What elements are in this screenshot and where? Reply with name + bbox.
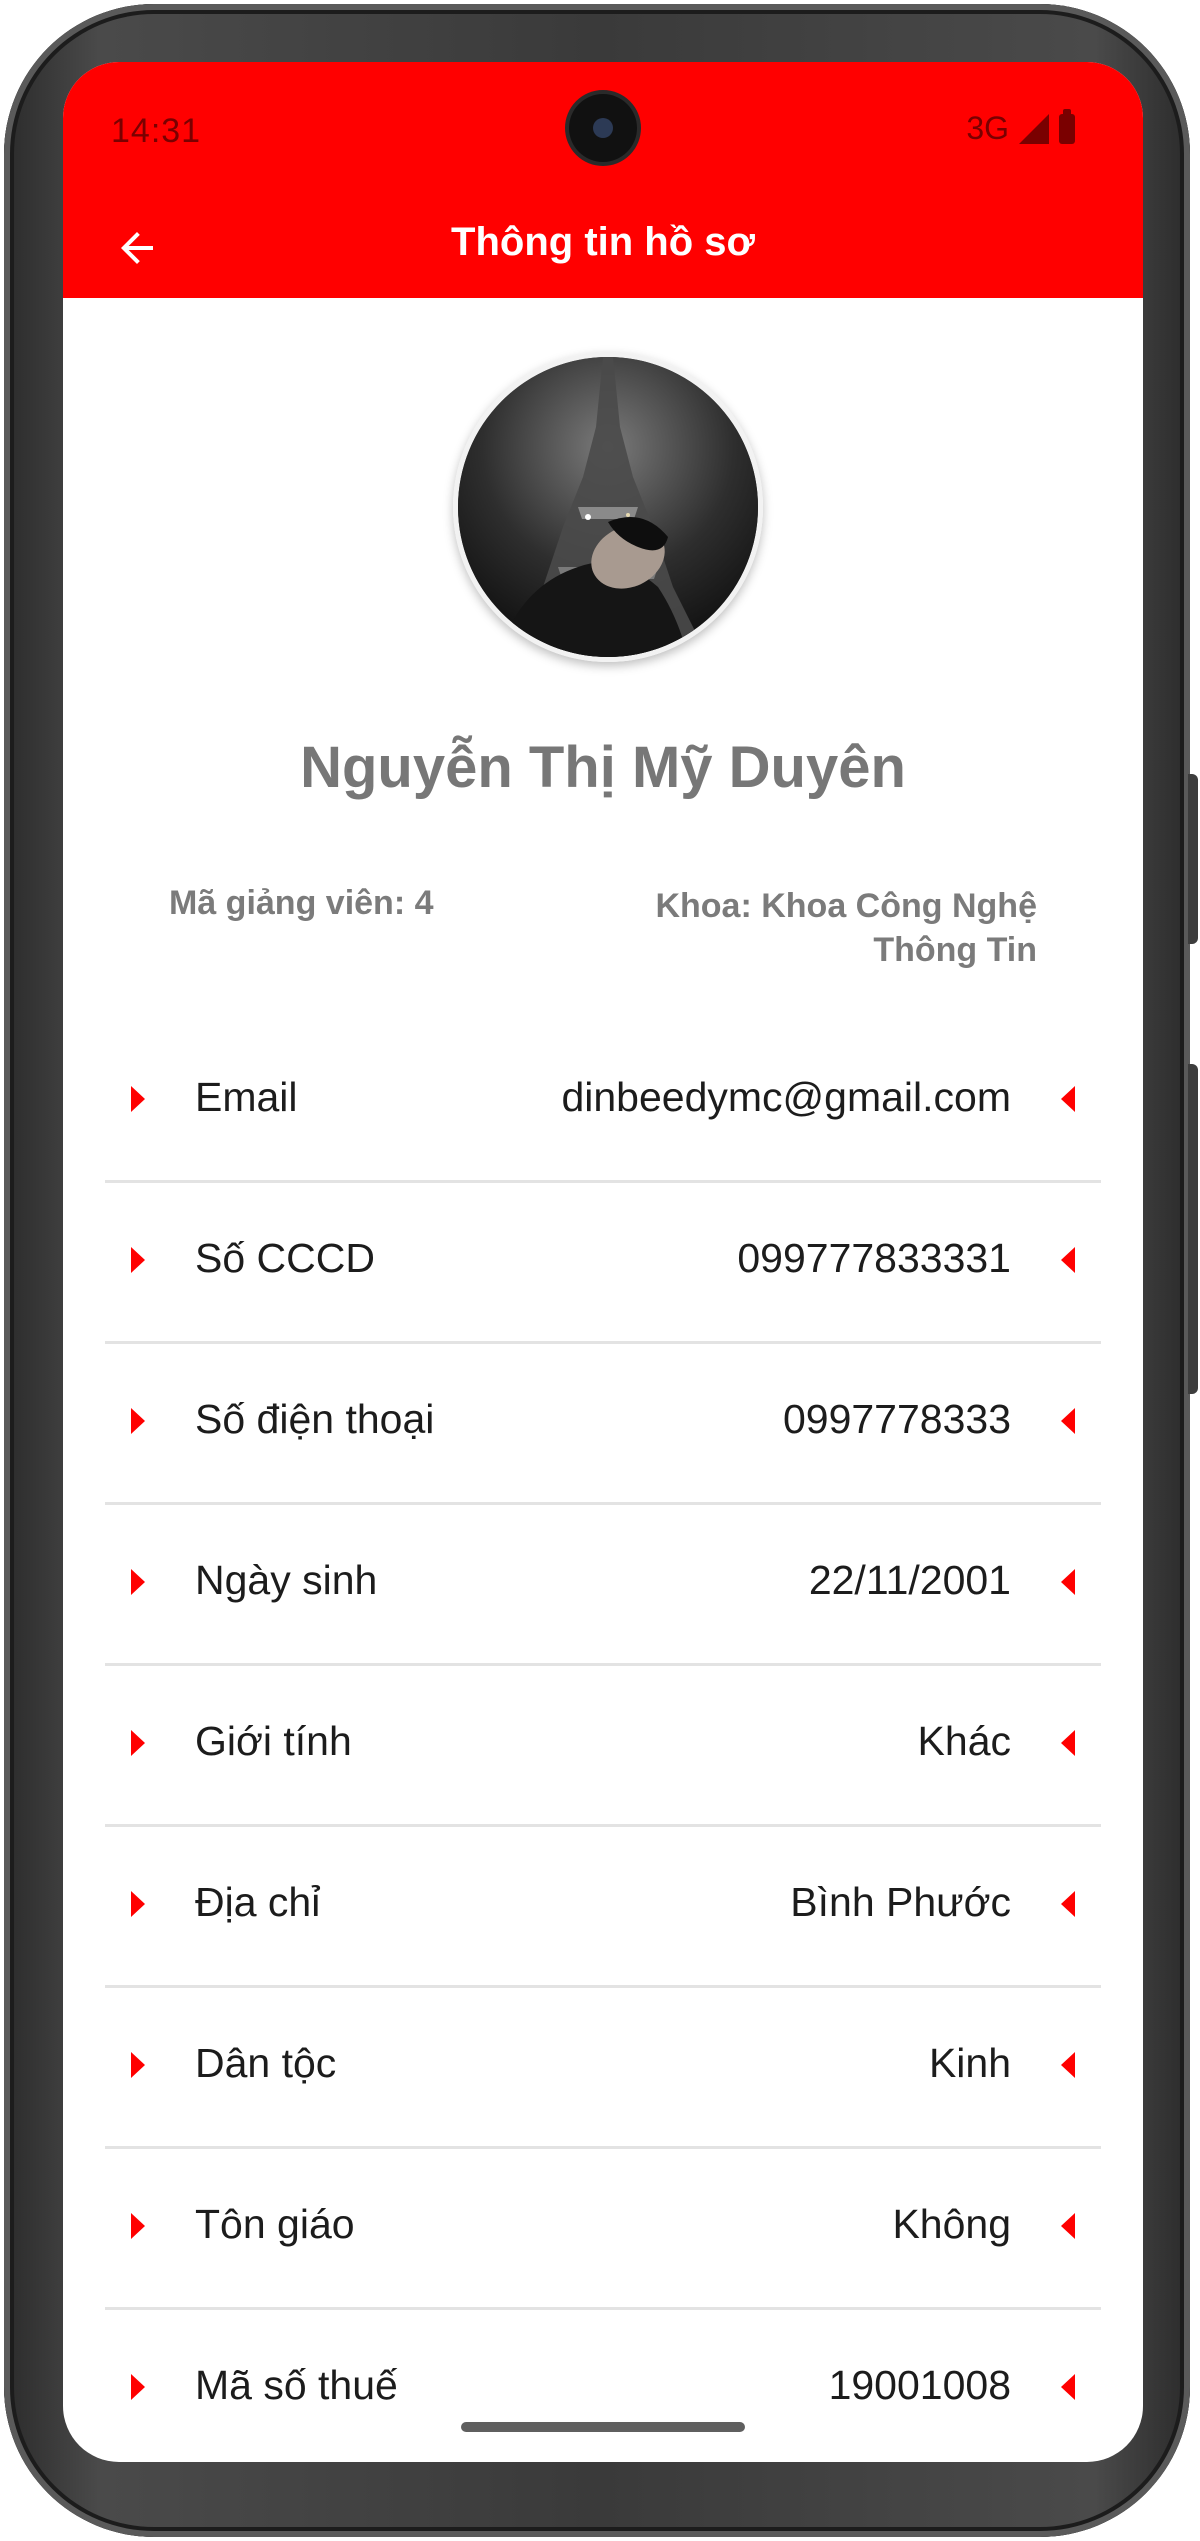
row-label: Email — [195, 1074, 298, 1120]
info-row-email: Email dinbeedymc@gmail.com — [105, 1022, 1101, 1183]
row-value: Không — [892, 2201, 1011, 2247]
info-row-phone: Số điện thoại 0997778333 — [105, 1344, 1101, 1505]
row-value: 0997778333 — [782, 1396, 1011, 1442]
triangle-left-icon — [1061, 1569, 1075, 1595]
triangle-right-icon — [131, 2052, 145, 2078]
triangle-left-icon — [1061, 1247, 1075, 1273]
home-indicator[interactable] — [461, 2422, 745, 2432]
front-camera — [569, 94, 637, 162]
row-label: Tôn giáo — [195, 2201, 355, 2247]
avatar-photo — [458, 357, 758, 657]
row-label: Mã số thuế — [195, 2362, 398, 2408]
row-label: Ngày sinh — [195, 1557, 378, 1603]
triangle-right-icon — [131, 1408, 145, 1434]
triangle-left-icon — [1061, 2374, 1075, 2400]
row-value: Kinh — [928, 2040, 1011, 2086]
triangle-right-icon — [131, 1086, 145, 1112]
triangle-left-icon — [1061, 1408, 1075, 1434]
info-list: Email dinbeedymc@gmail.com Số CCCD 09977… — [105, 1022, 1101, 2462]
triangle-left-icon — [1061, 1086, 1075, 1112]
row-value: Bình Phước — [790, 1879, 1011, 1925]
profile-name: Nguyễn Thị Mỹ Duyên — [300, 735, 906, 800]
triangle-left-icon — [1061, 2052, 1075, 2078]
row-label: Dân tộc — [195, 2040, 337, 2086]
row-label: Giới tính — [195, 1718, 352, 1764]
status-time: 14:31 — [111, 112, 202, 150]
triangle-right-icon — [131, 1730, 145, 1756]
row-label: Số điện thoại — [195, 1396, 435, 1442]
info-row-gender: Giới tính Khác — [105, 1666, 1101, 1827]
lecturer-id: Mã giảng viên: 4 — [169, 884, 434, 922]
triangle-right-icon — [131, 2213, 145, 2239]
triangle-left-icon — [1061, 1891, 1075, 1917]
status-icons: 3G — [966, 108, 1075, 147]
app-bar: 14:31 3G Thông tin hồ sơ — [63, 62, 1143, 298]
row-label: Số CCCD — [195, 1235, 375, 1281]
info-row-address: Địa chỉ Bình Phước — [105, 1827, 1101, 1988]
info-row-religion: Tôn giáo Không — [105, 2149, 1101, 2310]
row-value: dinbeedymc@gmail.com — [561, 1074, 1011, 1120]
row-value: 19001008 — [828, 2362, 1011, 2408]
phone-frame: 14:31 3G Thông tin hồ sơ Nguyễn Thị Mỹ D… — [4, 4, 1198, 2537]
row-value: Khác — [917, 1718, 1011, 1764]
triangle-right-icon — [131, 2374, 145, 2400]
faculty: Khoa: Khoa Công Nghệ Thông Tin — [655, 887, 1037, 969]
status-bar: 14:31 3G — [63, 62, 1143, 212]
network-type: 3G — [966, 110, 1009, 146]
stage: 14:31 3G Thông tin hồ sơ Nguyễn Thị Mỹ D… — [0, 0, 1200, 2541]
avatar[interactable] — [453, 352, 763, 662]
triangle-right-icon — [131, 1569, 145, 1595]
row-value: 22/11/2001 — [808, 1557, 1011, 1603]
triangle-right-icon — [131, 1247, 145, 1273]
triangle-left-icon — [1061, 1730, 1075, 1756]
info-row-ethnicity: Dân tộc Kinh — [105, 1988, 1101, 2149]
info-row-cccd: Số CCCD 099777833331 — [105, 1183, 1101, 1344]
power-button — [1188, 774, 1198, 944]
triangle-left-icon — [1061, 2213, 1075, 2239]
row-value: 099777833331 — [737, 1235, 1011, 1281]
battery-icon — [1059, 108, 1075, 144]
triangle-right-icon — [131, 1891, 145, 1917]
row-label: Địa chỉ — [195, 1879, 321, 1925]
info-row-tax-code: Mã số thuế 19001008 — [105, 2310, 1101, 2462]
signal-icon — [1019, 113, 1049, 144]
info-row-birthday: Ngày sinh 22/11/2001 — [105, 1505, 1101, 1666]
volume-button — [1188, 1064, 1198, 1394]
page-title: Thông tin hồ sơ — [451, 220, 755, 264]
screen: 14:31 3G Thông tin hồ sơ Nguyễn Thị Mỹ D… — [63, 62, 1143, 2462]
